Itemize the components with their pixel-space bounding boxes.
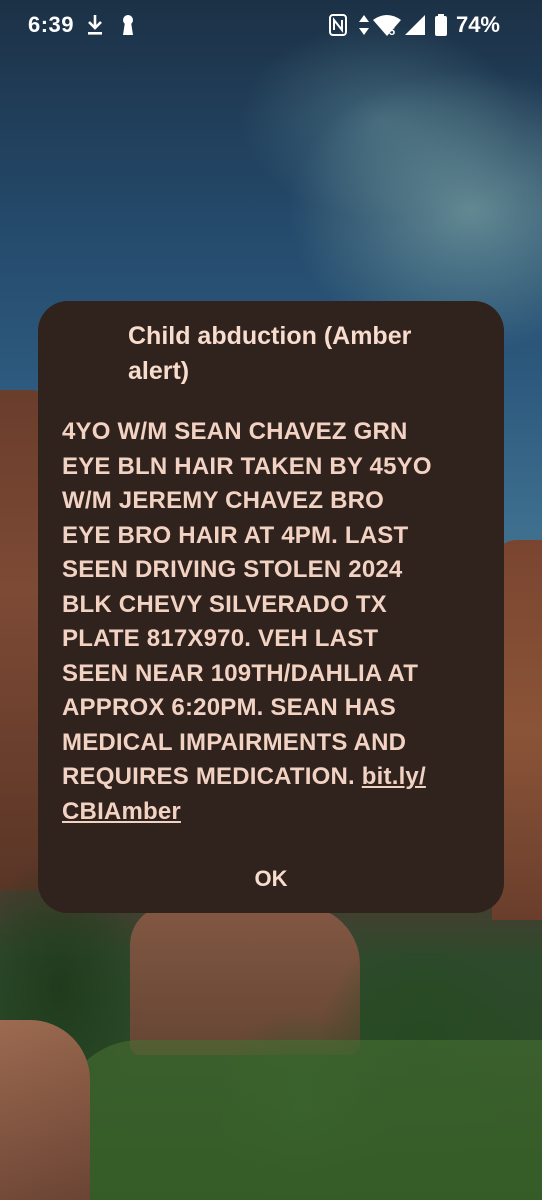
ok-button[interactable]: OK [236, 857, 306, 901]
battery-percent: 74% [455, 12, 500, 37]
wallpaper-grass [60, 1040, 542, 1200]
wifi-icon: 5 [372, 13, 402, 42]
nfc-icon [328, 13, 348, 42]
wallpaper-rock-corner [0, 1020, 90, 1200]
wifi-badge: 5 [389, 26, 395, 37]
alert-message: 4YO W/M SEAN CHAVEZ GRN EYE BLN HAIR TAK… [62, 415, 492, 829]
battery-icon [434, 13, 448, 42]
download-icon [86, 13, 104, 42]
status-time: 6:39 [28, 12, 75, 37]
alert-message-text: 4YO W/M SEAN CHAVEZ GRN EYE BLN HAIR TAK… [62, 418, 432, 790]
cell-signal-icon [404, 13, 426, 42]
keyhole-icon [120, 13, 136, 42]
status-bar: 6:39 5 74% [0, 0, 542, 52]
amber-alert-dialog: Child abduction (Amber alert) 4YO W/M SE… [38, 301, 504, 913]
alert-title: Child abduction (Amber alert) [128, 322, 412, 385]
data-arrows-icon [358, 13, 370, 42]
